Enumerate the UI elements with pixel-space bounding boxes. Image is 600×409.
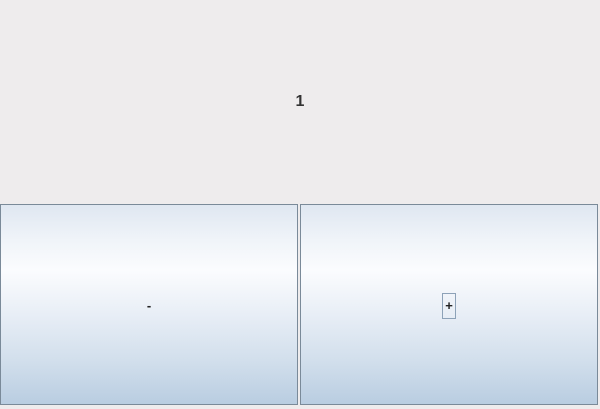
increment-button[interactable]: + bbox=[300, 204, 598, 405]
counter-display-panel: 1 bbox=[0, 0, 600, 204]
decrement-button-label: - bbox=[146, 298, 152, 313]
button-row: - + bbox=[0, 204, 600, 407]
decrement-button[interactable]: - bbox=[0, 204, 298, 405]
increment-button-label: + bbox=[442, 293, 456, 319]
counter-value: 1 bbox=[295, 93, 305, 110]
increment-button-label-wrap: + bbox=[301, 293, 597, 319]
